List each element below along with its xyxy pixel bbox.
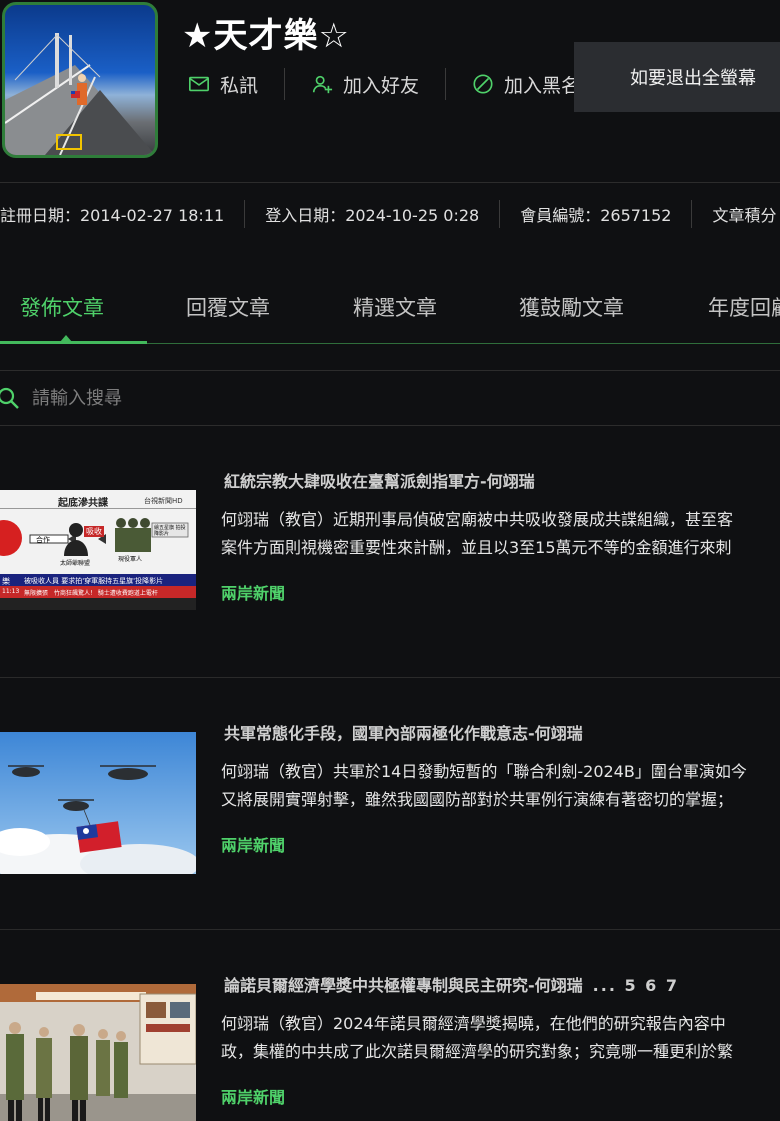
article-item[interactable]: 論諾貝爾經濟學獎中共極權專制與民主研究-何翊瑞 ... 5 6 7 何翊瑞（教官）…: [0, 930, 780, 1121]
member-id: 會員編號：2657152: [520, 206, 672, 225]
article-score: 文章積分: [712, 206, 777, 225]
thumbnail-caption: 現役軍人: [118, 556, 143, 563]
thumbnail-illustration: [0, 732, 196, 874]
divider: [0, 182, 780, 183]
article-category[interactable]: 兩岸新聞: [221, 1084, 285, 1108]
article-title-text: 論諾貝爾經濟學獎中共極權專制與民主研究-何翊瑞: [224, 976, 583, 995]
divider: [691, 200, 693, 228]
add-friend-label: 加入好友: [343, 74, 420, 97]
search-bar: [0, 378, 780, 418]
profile-actions: 私訊 加入好友 加入黑名單: [188, 66, 599, 102]
article-item[interactable]: 起底滲共諜 台視新聞HD 合作 吸收 太師爺聯盟 現役軍人 繪五星旗 拍投降影片…: [0, 426, 780, 678]
divider: [499, 200, 501, 228]
thumbnail-time: 11:13: [2, 588, 20, 595]
article-thumbnail[interactable]: [0, 732, 196, 874]
thumbnail-tag-coop: 合作: [36, 536, 50, 544]
page-links[interactable]: ... 5 6 7: [593, 976, 679, 995]
article-category[interactable]: 兩岸新聞: [221, 580, 285, 604]
message-button[interactable]: 私訊: [188, 71, 258, 98]
thumbnail-ticker: 無限擴張 竹商狂飆驚人！ 騎士遭收費跑道上電杆: [24, 590, 158, 597]
divider: [244, 200, 246, 228]
article-excerpt: 何翊瑞（教官）共軍於14日發動短暫的「聯合利劍-2024B」圍台軍演如今 又將展…: [221, 758, 747, 814]
excerpt-line: 案件方面則視機密重要性來計酬，並且以3至15萬元不等的金額進行來刺: [221, 538, 732, 557]
tab-bar: 發佈文章 回覆文章 精選文章 獲鼓勵文章 年度回顧: [0, 280, 780, 344]
register-date: 註冊日期：2014-02-27 18:11: [0, 206, 225, 225]
thumbnail-tag-absorb: 吸收: [84, 526, 104, 537]
excerpt-line: 又將展開實彈射擊，雖然我國國防部對於共軍例行演練有著密切的掌握；: [221, 790, 734, 809]
thumbnail-caption: 繪五星旗 拍投降影片: [154, 525, 186, 537]
search-input[interactable]: [30, 386, 534, 410]
login-date: 登入日期：2024-10-25 0:28: [265, 206, 480, 225]
divider: [445, 68, 447, 100]
article-category[interactable]: 兩岸新聞: [221, 832, 285, 856]
article-excerpt: 何翊瑞（教官）近期刑事局偵破宮廟被中共吸收發展成共諜組織，甚至客 案件方面則視機…: [221, 506, 733, 562]
thumbnail-side: 樂: [2, 577, 10, 586]
thumbnail-headline: 被吸收人員 要求拍'穿軍服持五星旗'投降影片: [24, 577, 164, 585]
add-friend-button[interactable]: 加入好友: [311, 71, 419, 98]
fullscreen-toast: 如要退出全螢幕: [574, 42, 780, 112]
username: ★天才樂☆: [182, 16, 350, 56]
article-title[interactable]: 紅統宗教大肆吸收在臺幫派劍指軍方-何翊瑞: [224, 468, 535, 492]
excerpt-line: 何翊瑞（教官）共軍於14日發動短暫的「聯合利劍-2024B」圍台軍演如今: [221, 762, 747, 781]
article-title[interactable]: 共軍常態化手段，國軍內部兩極化作戰意志-何翊瑞: [224, 720, 583, 744]
article-thumbnail[interactable]: [0, 984, 196, 1121]
thumbnail-caption: 太師爺聯盟: [60, 560, 91, 567]
divider: [284, 68, 286, 100]
article-item[interactable]: 共軍常態化手段，國軍內部兩極化作戰意志-何翊瑞 何翊瑞（教官）共軍於14日發動短…: [0, 678, 780, 930]
add-user-icon: [312, 75, 333, 94]
article-title[interactable]: 論諾貝爾經濟學獎中共極權專制與民主研究-何翊瑞 ... 5 6 7: [224, 972, 679, 996]
tab-featured[interactable]: 精選文章: [353, 292, 437, 322]
excerpt-line: 何翊瑞（教官）近期刑事局偵破宮廟被中共吸收發展成共諜組織，甚至客: [221, 510, 734, 529]
search-icon[interactable]: [0, 386, 20, 410]
member-meta: 註冊日期：2014-02-27 18:11 登入日期：2024-10-25 0:…: [0, 198, 776, 230]
divider: [0, 370, 780, 371]
thumbnail-illustration: [0, 984, 196, 1121]
article-thumbnail[interactable]: 起底滲共諜 台視新聞HD 合作 吸收 太師爺聯盟 現役軍人 繪五星旗 拍投降影片…: [0, 490, 196, 610]
block-icon: [473, 74, 493, 94]
excerpt-line: 何翊瑞（教官）2024年諾貝爾經濟學獎揭曉，在他們的研究報告內容中: [221, 1014, 726, 1033]
excerpt-line: 政，集權的中共成了此次諾貝爾經濟學的研究對象；究竟哪一種更利於繁: [221, 1042, 734, 1061]
user-avatar[interactable]: [2, 2, 158, 158]
article-excerpt: 何翊瑞（教官）2024年諾貝爾經濟學獎揭曉，在他們的研究報告內容中 政，集權的中…: [221, 1010, 733, 1066]
mail-icon: [189, 76, 209, 92]
tab-published[interactable]: 發佈文章: [20, 292, 104, 322]
message-label: 私訊: [220, 74, 259, 97]
tab-replies[interactable]: 回覆文章: [186, 292, 270, 322]
active-tab-indicator: [0, 341, 147, 344]
active-tab-caret: [60, 335, 72, 342]
tab-annual-review[interactable]: 年度回顧: [708, 292, 780, 322]
tab-encouraged[interactable]: 獲鼓勵文章: [519, 292, 624, 322]
